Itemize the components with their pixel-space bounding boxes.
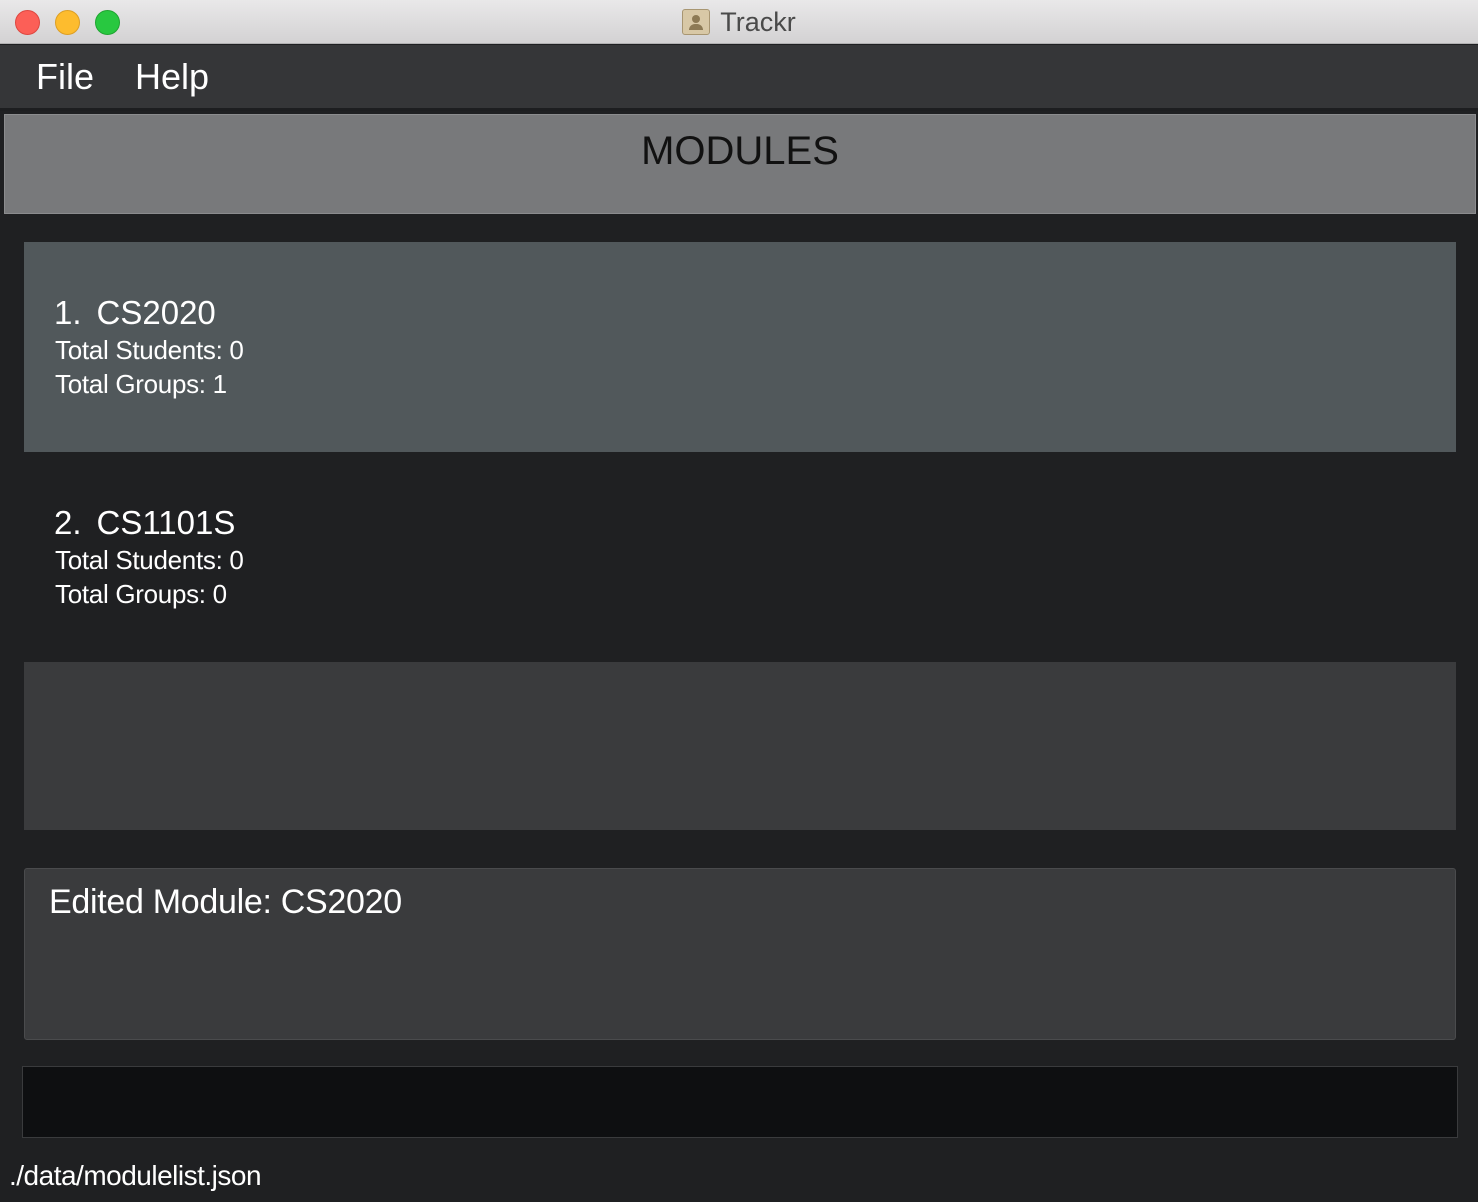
- command-input[interactable]: [22, 1066, 1458, 1138]
- title-bar[interactable]: Trackr: [0, 0, 1478, 44]
- module-total-groups: Total Groups: 0: [55, 579, 227, 609]
- module-index: 2.: [54, 504, 82, 541]
- status-bar-file-path: ./data/modulelist.json: [9, 1160, 262, 1191]
- module-card-cs1101s[interactable]: 2. CS1101S Total Students: 0 Total Groups…: [24, 452, 1456, 662]
- module-code: CS1101S: [96, 504, 236, 541]
- window-title-group: Trackr: [0, 0, 1478, 44]
- window-title: Trackr: [720, 6, 796, 37]
- module-total-students: Total Students: 0: [55, 545, 244, 575]
- app-window: Trackr File Help MODULES 1. CS2020 Total …: [0, 0, 1478, 1202]
- module-title: 2. CS1101S: [54, 504, 235, 542]
- module-list[interactable]: 1. CS2020 Total Students: 0 Total Groups:…: [24, 242, 1456, 830]
- app-document-icon: [682, 9, 711, 35]
- module-index: 1.: [54, 294, 82, 331]
- menu-file[interactable]: File: [36, 56, 94, 98]
- module-card-cs2020[interactable]: 1. CS2020 Total Students: 0 Total Groups:…: [24, 242, 1456, 452]
- module-title: 1. CS2020: [54, 294, 216, 332]
- page-header: MODULES: [4, 114, 1476, 214]
- module-total-students: Total Students: 0: [55, 335, 244, 365]
- module-total-groups: Total Groups: 1: [55, 369, 227, 399]
- result-display: Edited Module: CS2020: [24, 868, 1456, 1040]
- menu-help[interactable]: Help: [135, 56, 209, 98]
- result-message: Edited Module: CS2020: [49, 883, 402, 921]
- menu-bar: File Help: [0, 45, 1478, 111]
- module-code: CS2020: [96, 294, 216, 331]
- page-title: MODULES: [641, 129, 839, 173]
